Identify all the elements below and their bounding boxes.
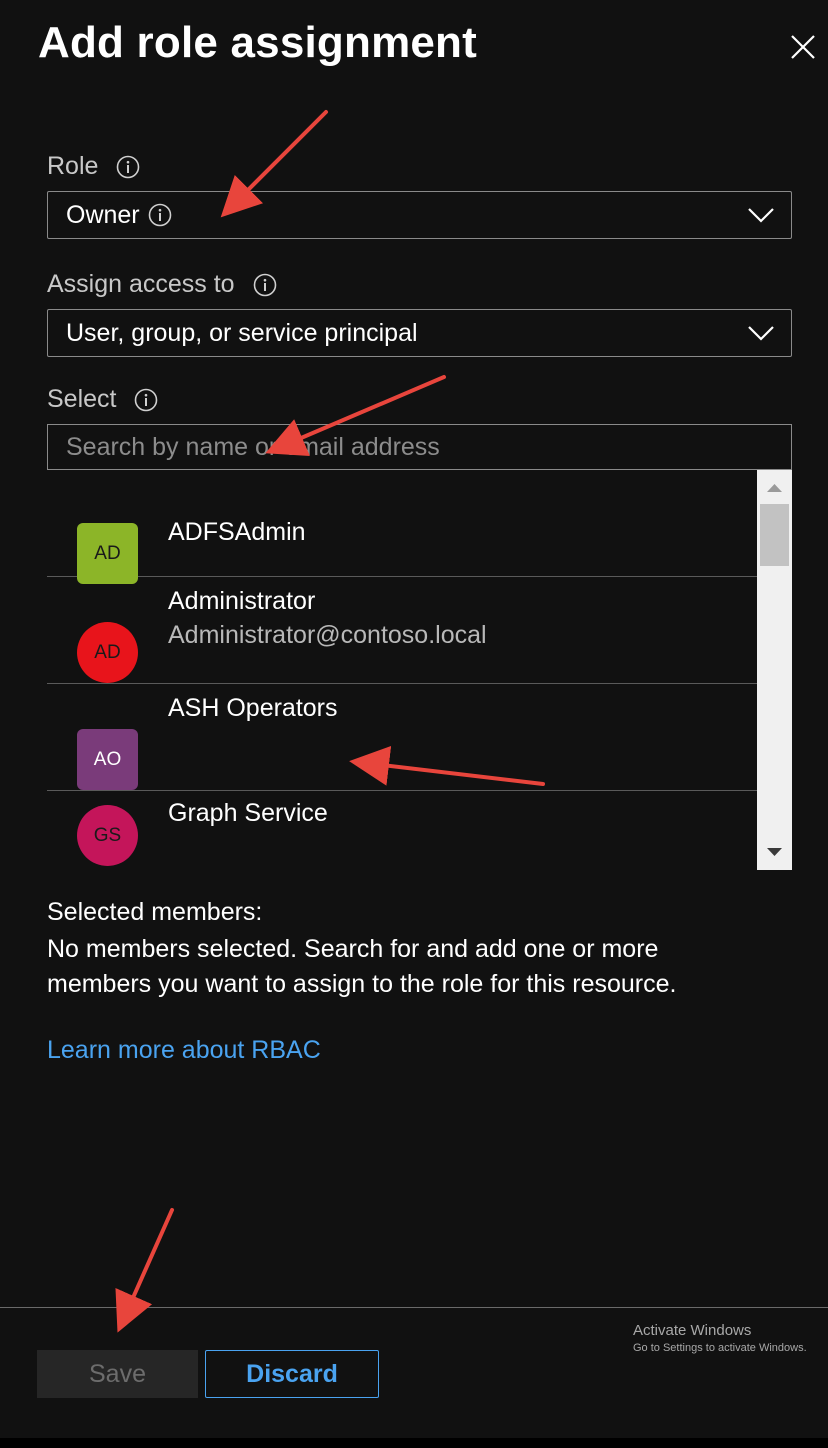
member-name: ADFSAdmin (168, 518, 306, 546)
info-icon[interactable] (253, 273, 277, 297)
scroll-thumb[interactable] (760, 504, 789, 566)
search-input[interactable] (47, 424, 792, 470)
role-selected-value: Owner (66, 200, 140, 229)
avatar: AD (77, 523, 138, 584)
list-item[interactable]: AO ASH Operators (47, 684, 757, 791)
avatar: GS (77, 805, 138, 866)
learn-more-link[interactable]: Learn more about RBAC (47, 1036, 321, 1065)
select-label: Select (47, 385, 117, 413)
role-dropdown[interactable]: Owner (47, 191, 792, 239)
member-name: Administrator (168, 587, 316, 615)
save-button[interactable]: Save (37, 1350, 198, 1398)
close-icon[interactable] (786, 30, 820, 64)
chevron-down-icon (748, 326, 774, 341)
member-email: Administrator@contoso.local (168, 621, 487, 649)
assign-access-label: Assign access to (47, 270, 235, 298)
info-icon[interactable] (148, 203, 172, 227)
selected-members-description: No members selected. Search for and add … (47, 935, 677, 998)
list-item[interactable]: GS Graph Service (47, 791, 757, 870)
scroll-up-icon[interactable] (757, 472, 792, 502)
assign-access-selected-value: User, group, or service principal (66, 318, 418, 347)
member-list-scrollbar[interactable] (757, 470, 792, 870)
list-item[interactable]: AD Administrator Administrator@contoso.l… (47, 577, 757, 684)
footer-divider (0, 1307, 828, 1308)
taskbar-strip (0, 1438, 828, 1448)
selected-members-title: Selected members: (47, 898, 263, 926)
avatar: AD (77, 622, 138, 683)
info-icon[interactable] (134, 388, 158, 412)
role-label: Role (47, 152, 99, 180)
avatar: AO (77, 729, 138, 790)
role-label-row: Role (47, 152, 140, 181)
list-item[interactable]: AD ADFSAdmin (47, 470, 757, 584)
member-name: Graph Service (168, 799, 328, 827)
select-label-row: Select (47, 385, 158, 414)
member-name: ASH Operators (168, 694, 338, 722)
info-icon[interactable] (116, 155, 140, 179)
activate-windows-title: Activate Windows (633, 1322, 752, 1339)
assign-access-label-row: Assign access to (47, 270, 277, 299)
chevron-down-icon (748, 208, 774, 223)
add-role-assignment-panel: Add role assignment Role Owner Assign ac… (0, 0, 828, 1448)
panel-title: Add role assignment (38, 18, 477, 67)
assign-access-dropdown[interactable]: User, group, or service principal (47, 309, 792, 357)
discard-button[interactable]: Discard (205, 1350, 379, 1398)
activate-windows-subtitle: Go to Settings to activate Windows. (633, 1342, 807, 1354)
member-list: AD ADFSAdmin AD Administrator Administra… (47, 470, 757, 870)
annotation-arrow (115, 1208, 174, 1333)
scroll-down-icon[interactable] (757, 838, 792, 868)
